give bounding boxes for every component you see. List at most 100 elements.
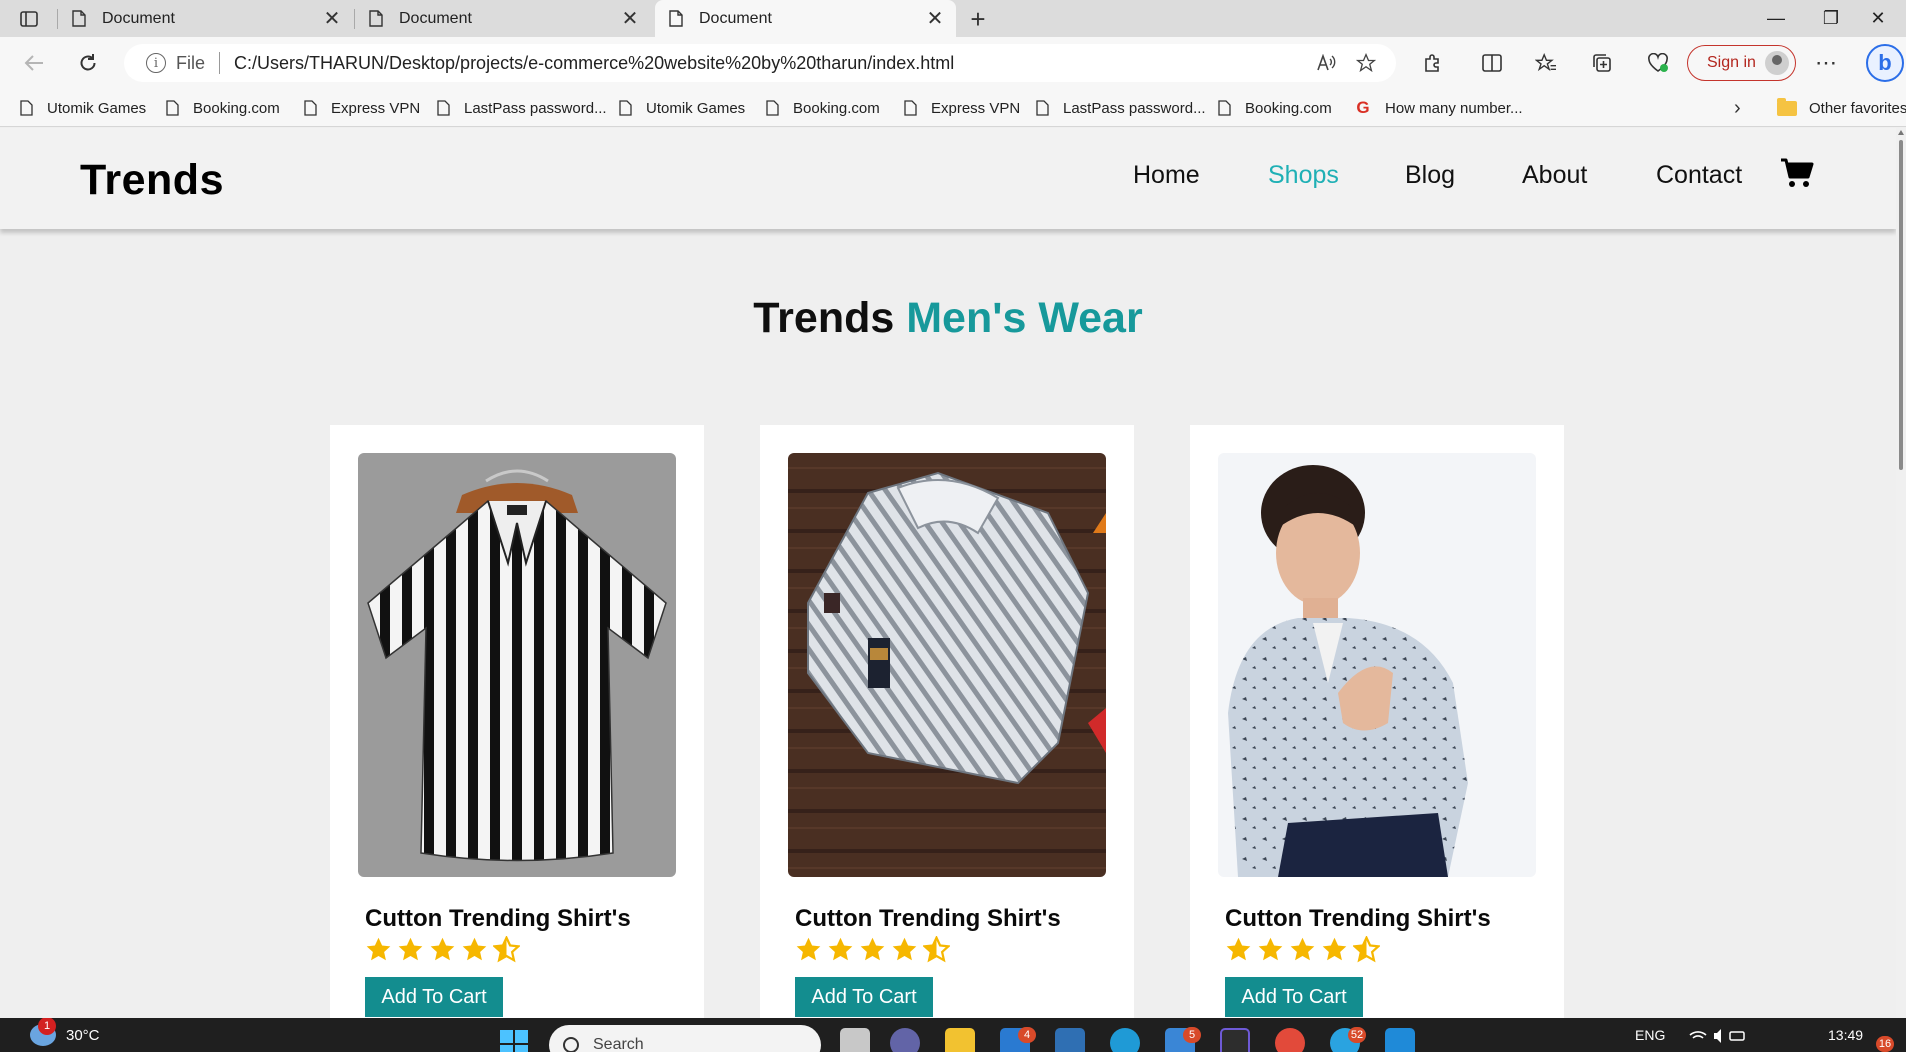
star-icon (1258, 937, 1283, 961)
product-card: Cutton Trending Shirt's Add To Cart (330, 425, 704, 1018)
more-options-icon[interactable]: ⋯ (1810, 48, 1842, 78)
file-explorer-icon[interactable] (945, 1028, 975, 1052)
address-separator (219, 52, 221, 74)
read-aloud-icon[interactable] (1306, 48, 1346, 78)
favorite-link[interactable]: Utomik Games (619, 89, 745, 127)
product-image-model-shirt[interactable] (1218, 453, 1536, 877)
document-icon (72, 10, 86, 27)
browser-tab[interactable]: Document ✕ (355, 0, 651, 37)
collections-icon[interactable] (1586, 48, 1618, 78)
tab-title: Document (699, 9, 772, 27)
browser-tab-bar: Document ✕ Document ✕ Document ✕ + — ❐ ✕ (0, 0, 1906, 37)
favorite-link[interactable]: Express VPN (304, 89, 420, 127)
favorite-label: LastPass password... (1063, 99, 1206, 117)
vscode-icon[interactable] (1385, 1028, 1415, 1052)
terminal-icon[interactable] (1220, 1028, 1250, 1052)
google-icon: G (1356, 98, 1370, 117)
window-close-button[interactable]: ✕ (1850, 0, 1906, 37)
favorite-link[interactable]: LastPass password... (1036, 89, 1206, 127)
product-name: Cutton Trending Shirt's (795, 905, 1061, 932)
favorites-icon[interactable] (1530, 48, 1562, 78)
address-bar[interactable]: i File C:/Users/THARUN/Desktop/projects/… (124, 44, 1396, 82)
favorite-link[interactable]: Express VPN (904, 89, 1020, 127)
sign-in-button[interactable]: Sign in (1687, 45, 1796, 81)
windows-start-icon[interactable] (500, 1030, 528, 1052)
favorite-link[interactable]: Booking.com (166, 89, 280, 127)
product-rating (365, 936, 520, 963)
back-button[interactable] (18, 47, 50, 79)
minimize-button[interactable]: — (1748, 0, 1804, 37)
browser-essentials-icon[interactable] (1642, 48, 1674, 78)
site-header: Trends Home Shops Blog About Contact (0, 128, 1896, 229)
copilot-icon[interactable]: b (1866, 44, 1904, 82)
weather-badge: 1 (38, 1018, 56, 1035)
favorite-link[interactable]: G How many number... (1355, 89, 1522, 127)
nav-blog[interactable]: Blog (1405, 161, 1455, 190)
chrome-icon[interactable] (1275, 1028, 1305, 1052)
nav-about[interactable]: About (1522, 161, 1587, 190)
tab-title: Document (399, 9, 472, 27)
nav-contact[interactable]: Contact (1656, 161, 1742, 190)
favorite-label: Booking.com (793, 99, 880, 117)
tab-close-icon[interactable]: ✕ (319, 6, 345, 32)
sign-in-label: Sign in (1707, 54, 1756, 71)
tab-close-icon[interactable]: ✕ (617, 6, 643, 32)
favorite-link[interactable]: Booking.com (766, 89, 880, 127)
weather-widget[interactable]: 1 30°C (30, 1018, 100, 1046)
shopping-cart-icon[interactable] (1780, 158, 1814, 188)
new-tab-button[interactable]: + (963, 4, 993, 34)
nav-shops[interactable]: Shops (1268, 161, 1339, 190)
teams-icon[interactable] (890, 1028, 920, 1052)
favorite-label: Utomik Games (47, 99, 147, 117)
clock[interactable]: 13:49 (1828, 1027, 1863, 1043)
half-star-icon (493, 936, 520, 963)
mail-badge: 4 (1018, 1027, 1036, 1043)
other-favorites-folder[interactable]: Other favorites (1777, 89, 1906, 127)
language-indicator[interactable]: ENG (1635, 1027, 1665, 1043)
star-icon (892, 937, 917, 961)
page-headline: Trends Men's Wear (0, 294, 1896, 343)
page-scrollbar[interactable] (1896, 128, 1906, 1018)
scroll-up-arrow-icon[interactable] (1898, 130, 1904, 135)
add-to-cart-button[interactable]: Add To Cart (795, 977, 933, 1017)
taskbar-search[interactable]: Search (549, 1025, 821, 1052)
product-name: Cutton Trending Shirt's (365, 905, 631, 932)
notification-badge[interactable]: 16 (1876, 1036, 1894, 1052)
url-text[interactable]: C:/Users/THARUN/Desktop/projects/e-comme… (234, 53, 1306, 74)
info-icon[interactable]: i (146, 53, 166, 73)
add-to-cart-button[interactable]: Add To Cart (365, 977, 503, 1017)
browser-tab[interactable]: Document ✕ (58, 0, 353, 37)
browser-tab-active[interactable]: Document ✕ (655, 0, 956, 37)
scroll-thumb[interactable] (1899, 140, 1903, 470)
extensions-icon[interactable] (1416, 48, 1448, 78)
site-logo[interactable]: Trends (80, 156, 224, 205)
add-to-cart-button[interactable]: Add To Cart (1225, 977, 1363, 1017)
star-icon (398, 937, 423, 961)
product-image-striped-shirt[interactable] (358, 453, 676, 877)
star-icon (462, 937, 487, 961)
favorite-link[interactable]: LastPass password... (437, 89, 607, 127)
tab-close-icon[interactable]: ✕ (922, 6, 948, 32)
favorite-label: LastPass password... (464, 99, 607, 117)
page-icon (1218, 100, 1231, 116)
profile-avatar-icon (1765, 51, 1789, 75)
network-icon[interactable] (1688, 1027, 1748, 1048)
favorite-link[interactable]: Booking.com (1218, 89, 1332, 127)
nav-home[interactable]: Home (1133, 161, 1200, 190)
favorite-star-icon[interactable] (1346, 48, 1386, 78)
document-icon (669, 10, 683, 27)
mylio-icon[interactable] (1055, 1028, 1085, 1052)
task-view-icon[interactable] (840, 1028, 870, 1052)
split-screen-icon[interactable] (1476, 48, 1508, 78)
refresh-button[interactable] (72, 47, 104, 79)
edge-icon[interactable] (1110, 1028, 1140, 1052)
product-image-folded-shirt[interactable] (788, 453, 1106, 877)
weather-temperature: 30°C (66, 1026, 100, 1044)
tab-actions-icon[interactable] (14, 6, 44, 32)
search-placeholder: Search (593, 1036, 644, 1052)
favorite-link[interactable]: Utomik Games (20, 89, 146, 127)
chevron-right-icon[interactable]: › (1734, 89, 1741, 127)
headline-accent: Men's Wear (906, 294, 1143, 342)
favorite-label: Booking.com (193, 99, 280, 117)
headline-main: Trends (753, 294, 895, 342)
